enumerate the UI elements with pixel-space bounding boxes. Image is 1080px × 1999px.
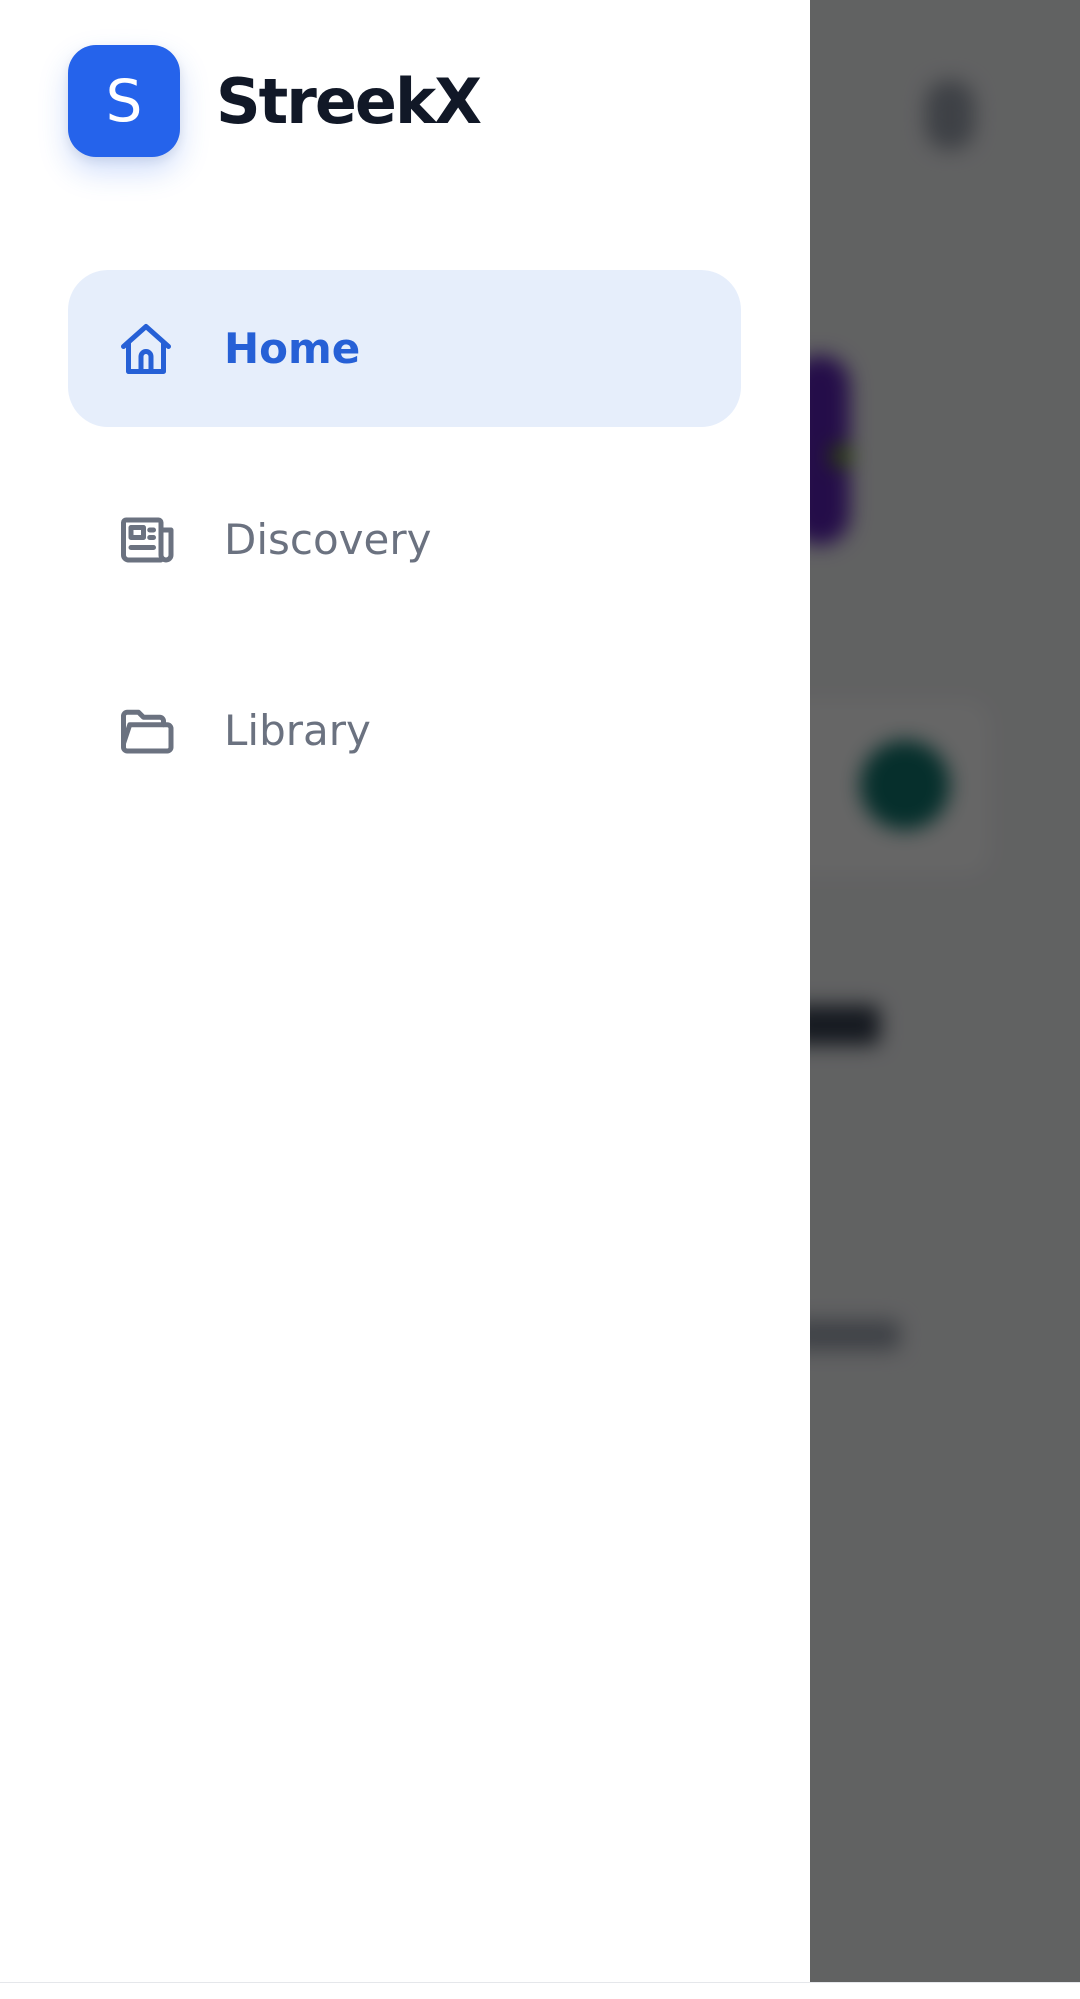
- brand-header: S StreekX: [68, 45, 482, 157]
- nav-item-library[interactable]: Library: [68, 652, 741, 809]
- bottom-edge: [0, 1982, 1080, 1999]
- brand-name: StreekX: [216, 64, 482, 138]
- nav-item-discovery[interactable]: Discovery: [68, 461, 741, 618]
- brand-logo: S: [68, 45, 180, 157]
- home-icon: [116, 319, 176, 379]
- drawer-nav-list: Home Discovery Library: [68, 270, 741, 843]
- newspaper-icon: [116, 510, 176, 570]
- nav-label-home: Home: [224, 324, 361, 373]
- brand-logo-letter: S: [105, 67, 143, 135]
- folder-icon: [116, 701, 176, 761]
- nav-item-home[interactable]: Home: [68, 270, 741, 427]
- navigation-drawer: S StreekX Home Discovery Library: [0, 0, 810, 1982]
- nav-label-library: Library: [224, 706, 371, 755]
- nav-label-discovery: Discovery: [224, 515, 432, 564]
